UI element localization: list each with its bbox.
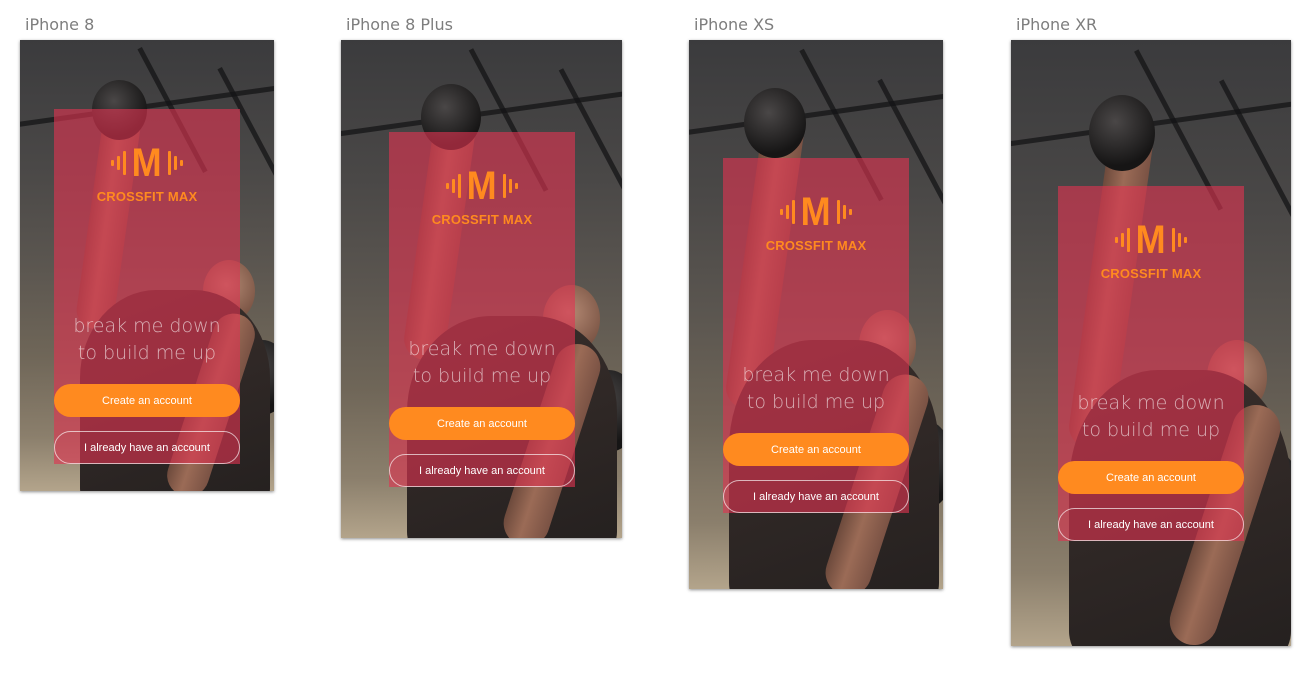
artboard-iphone-xs[interactable]: M CROSSFIT MAX break me down to build me… xyxy=(689,40,943,589)
tagline-line-2: to build me up xyxy=(1081,419,1221,441)
dumbbell-m-logo-icon: M xyxy=(109,143,184,183)
brand-logo: M CROSSFIT MAX xyxy=(54,143,240,204)
brand-logo: M CROSSFIT MAX xyxy=(1058,220,1244,281)
tagline-line-1: break me down xyxy=(742,364,890,386)
tagline-line-2: to build me up xyxy=(412,365,552,387)
create-account-button[interactable]: Create an account xyxy=(54,384,240,417)
login-button[interactable]: I already have an account xyxy=(1058,508,1244,541)
tagline: break me down to build me up xyxy=(1058,390,1244,444)
tagline-line-1: break me down xyxy=(73,315,221,337)
create-account-button[interactable]: Create an account xyxy=(1058,461,1244,494)
device-label-iphone-8: iPhone 8 xyxy=(25,15,95,34)
artboard-iphone-xr[interactable]: M CROSSFIT MAX break me down to build me… xyxy=(1011,40,1291,646)
content-overlay: M CROSSFIT MAX break me down to build me… xyxy=(723,158,909,513)
brand-logo: M CROSSFIT MAX xyxy=(723,192,909,253)
brand-name: CROSSFIT MAX xyxy=(431,212,533,227)
dumbbell-m-logo-icon: M xyxy=(778,192,853,232)
artboard-iphone-8[interactable]: M CROSSFIT MAX break me down to build me… xyxy=(20,40,274,491)
tagline: break me down to build me up xyxy=(389,336,575,390)
create-account-button[interactable]: Create an account xyxy=(389,407,575,440)
login-button[interactable]: I already have an account xyxy=(723,480,909,513)
brand-name: CROSSFIT MAX xyxy=(765,238,867,253)
create-account-button[interactable]: Create an account xyxy=(723,433,909,466)
tagline-line-2: to build me up xyxy=(746,391,886,413)
login-button[interactable]: I already have an account xyxy=(54,431,240,464)
tagline-line-1: break me down xyxy=(408,338,556,360)
device-label-iphone-xr: iPhone XR xyxy=(1016,15,1098,34)
artboard-iphone-8-plus[interactable]: M CROSSFIT MAX break me down to build me… xyxy=(341,40,622,538)
content-overlay: M CROSSFIT MAX break me down to build me… xyxy=(1058,186,1244,541)
brand-name: CROSSFIT MAX xyxy=(96,189,198,204)
brand-logo: M CROSSFIT MAX xyxy=(389,166,575,227)
content-overlay: M CROSSFIT MAX break me down to build me… xyxy=(389,132,575,487)
tagline: break me down to build me up xyxy=(723,362,909,416)
content-overlay: M CROSSFIT MAX break me down to build me… xyxy=(54,109,240,464)
device-label-iphone-8-plus: iPhone 8 Plus xyxy=(346,15,453,34)
tagline-line-2: to build me up xyxy=(77,342,217,364)
tagline-line-1: break me down xyxy=(1077,392,1225,414)
brand-name: CROSSFIT MAX xyxy=(1100,266,1202,281)
tagline: break me down to build me up xyxy=(54,313,240,367)
dumbbell-m-logo-icon: M xyxy=(1113,220,1188,260)
dumbbell-m-logo-icon: M xyxy=(444,166,519,206)
device-label-iphone-xs: iPhone XS xyxy=(694,15,775,34)
login-button[interactable]: I already have an account xyxy=(389,454,575,487)
